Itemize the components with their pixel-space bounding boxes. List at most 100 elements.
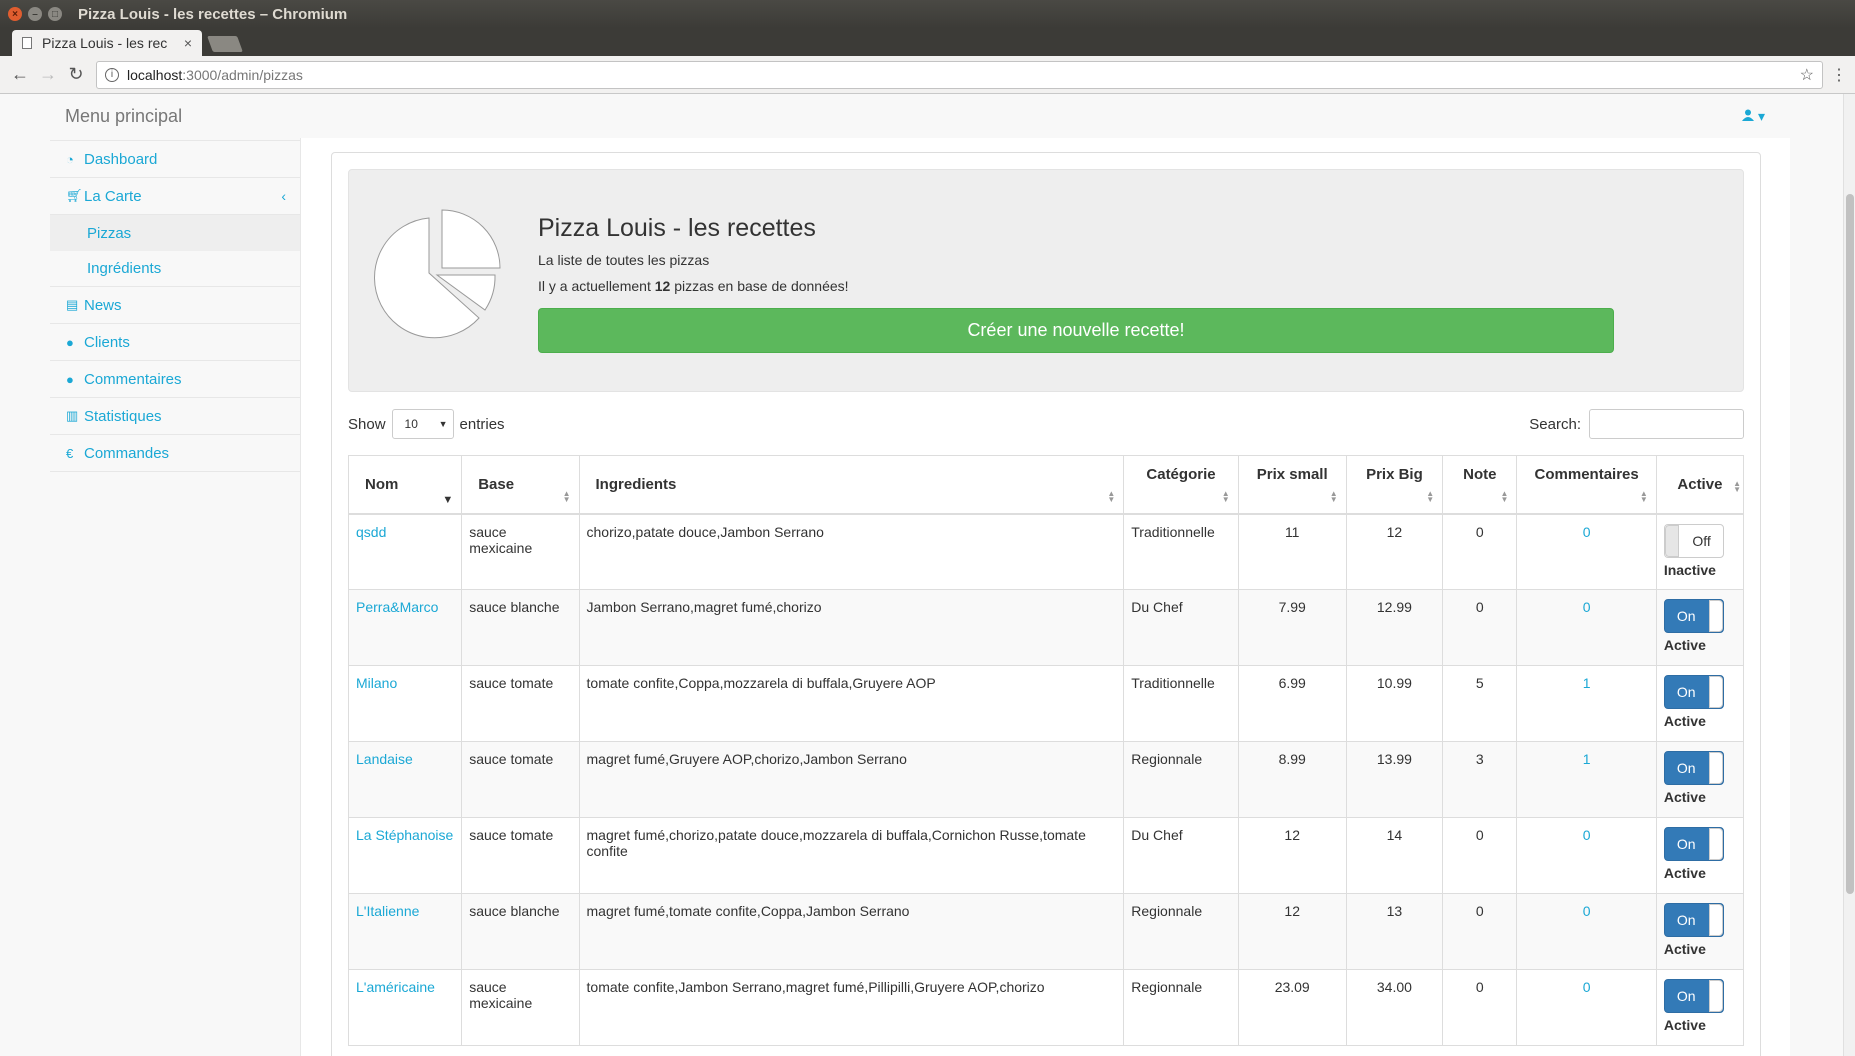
sort-icon: ▲ ▼ [1221,488,1230,504]
comments-count-link[interactable]: 0 [1583,903,1591,919]
pizza-name-link[interactable]: Perra&Marco [356,599,438,615]
entries-length-select[interactable]: 10 ▼ [391,409,454,439]
pizza-name-link[interactable]: Milano [356,675,397,691]
column-header-base[interactable]: Base ▲ ▼ [461,455,580,515]
sidebar-subitem-pizzas[interactable]: Pizzas [50,215,300,251]
pizza-name-link[interactable]: L'américaine [356,979,435,995]
toggle-handle [1708,752,1723,784]
sort-icon: ▲ ▼ [562,488,571,504]
cell-prix-small: 7.99 [1237,589,1347,666]
comments-count-link[interactable]: 0 [1583,599,1591,615]
count-suffix: pizzas en base de données! [670,278,849,294]
active-toggle[interactable]: On [1663,599,1724,633]
comments-count-link[interactable]: 0 [1583,524,1591,540]
tab-close-icon[interactable]: × [184,35,192,51]
sidebar-item-commentaires[interactable]: ● Commentaires [50,361,300,398]
cell-ingredients: chorizo,patate douce,Jambon Serrano [578,513,1125,590]
table-row: qsdd sauce mexicaine chorizo,patate douce,… [347,513,1745,590]
comments-count-link[interactable]: 0 [1583,979,1591,995]
scrollbar-thumb[interactable] [1846,194,1854,894]
toggle-handle [1708,600,1723,632]
url-host: localhost [127,66,183,83]
active-toggle[interactable]: On [1663,675,1724,709]
sort-icon: ▲ ▼ [1500,488,1509,504]
sidebar-subitem-ingredients[interactable]: Ingrédients [50,251,300,287]
cell-nom: L'Italienne [347,893,463,970]
cell-prix-small: 12 [1237,817,1347,894]
cell-nom: Landaise [347,741,463,818]
toggle-label: On [1676,836,1696,852]
reload-icon[interactable]: ↻ [62,64,90,85]
column-header-active[interactable]: Active ▲ ▼ [1655,455,1745,515]
info-icon[interactable]: i [105,67,119,82]
euro-icon: € [66,445,74,461]
column-header-nom[interactable]: Nom ▼ [347,455,463,515]
cell-categorie: Du Chef [1123,589,1239,666]
active-toggle[interactable]: On [1663,827,1724,861]
column-header-ingredients[interactable]: Ingredients ▲ ▼ [578,455,1125,515]
navbar-brand[interactable]: Menu principal [65,106,182,127]
toggle-label: On [1676,760,1696,776]
sort-icon: ▲ ▼ [1733,478,1741,494]
sidebar-item-news[interactable]: ▤ News [50,287,300,324]
status-label: Active [1663,865,1706,881]
cart-icon: 🛒︎ [66,188,83,203]
sidebar-item-dashboard[interactable]: ◔ Dashboard [50,141,300,178]
status-label: Active [1663,941,1706,957]
window-maximize-icon[interactable]: □ [48,7,62,21]
sidebar-item-label: News [84,296,122,314]
browser-menu-icon[interactable]: ⋮ [1829,65,1849,85]
user-menu[interactable]: ▾ [1742,108,1765,125]
pizza-name-link[interactable]: L'Italienne [356,903,419,919]
page-scrollbar[interactable] [1843,94,1855,1056]
window-titlebar: × – □ Pizza Louis - les recettes – Chrom… [0,0,1855,28]
cell-note: 0 [1442,817,1518,894]
comments-count-link[interactable]: 1 [1583,751,1591,767]
column-header-note[interactable]: Note ▲ ▼ [1442,455,1518,515]
cell-categorie: Traditionnelle [1123,665,1239,742]
url-input[interactable]: i localhost:3000/admin/pizzas ☆ [96,60,1823,89]
sidebar-item-clients[interactable]: ● Clients [50,324,300,361]
pizza-name-link[interactable]: qsdd [356,524,386,540]
column-header-prix-big[interactable]: Prix Big ▲ ▼ [1345,455,1444,515]
tab-strip: Pizza Louis - les rec × [0,28,1855,56]
window-close-icon[interactable]: × [8,7,22,21]
sidebar-item-label: Statistiques [84,407,162,425]
active-toggle[interactable]: On [1663,751,1724,785]
active-toggle[interactable]: Off [1663,523,1724,558]
pizza-count-text: Il y a actuellement 12 pizzas en base de… [538,278,849,294]
comments-count-link[interactable]: 1 [1583,675,1591,691]
table-row: Milano sauce tomate tomate confite,Coppa,m… [347,665,1745,742]
back-icon[interactable]: ← [6,64,34,85]
cell-ingredients: magret fumé,tomate confite,Coppa,Jambon … [578,893,1125,970]
bookmark-star-icon[interactable]: ☆ [1800,65,1814,85]
newspaper-icon: ▤ [66,297,79,312]
sort-desc-icon: ▼ [442,493,454,506]
cell-active: Off Inactive [1655,513,1745,590]
comments-icon: ● [66,371,74,387]
top-navbar: Menu principal ▾ [0,94,1855,138]
pizza-name-link[interactable]: La Stéphanoise [356,827,453,843]
window-minimize-icon[interactable]: – [28,7,42,21]
cell-active: On Active [1655,665,1745,742]
forward-icon[interactable]: → [34,64,62,85]
column-header-commentaires[interactable]: Commentaires ▲ ▼ [1516,455,1657,515]
status-label: Active [1663,637,1706,653]
table-header-row: Nom ▼ Base ▲ ▼ Ingredients ▲ ▼ Catégorie ▲ ▼ Pr… [347,455,1745,515]
sidebar-item-la-carte[interactable]: 🛒︎ La Carte ‹ [50,178,300,215]
active-toggle[interactable]: On [1663,979,1724,1013]
sidebar-item-commandes[interactable]: € Commandes [50,435,300,472]
column-header-prix-small[interactable]: Prix small ▲ ▼ [1237,455,1347,515]
active-toggle[interactable]: On [1663,903,1724,937]
search-input[interactable] [1589,409,1744,439]
sidebar-item-statistiques[interactable]: ▥ Statistiques [50,398,300,435]
pizza-name-link[interactable]: Landaise [356,751,413,767]
new-tab-button[interactable] [207,36,243,52]
cell-base: sauce blanche [461,893,580,970]
cell-categorie: Regionnale [1123,969,1239,1046]
column-header-categorie[interactable]: Catégorie ▲ ▼ [1123,455,1239,515]
create-recipe-button[interactable]: Créer une nouvelle recette! [538,308,1614,353]
browser-tab[interactable]: Pizza Louis - les rec × [12,30,202,56]
table-row: Landaise sauce tomate magret fumé,Gruyere … [347,741,1745,818]
comments-count-link[interactable]: 0 [1583,827,1591,843]
